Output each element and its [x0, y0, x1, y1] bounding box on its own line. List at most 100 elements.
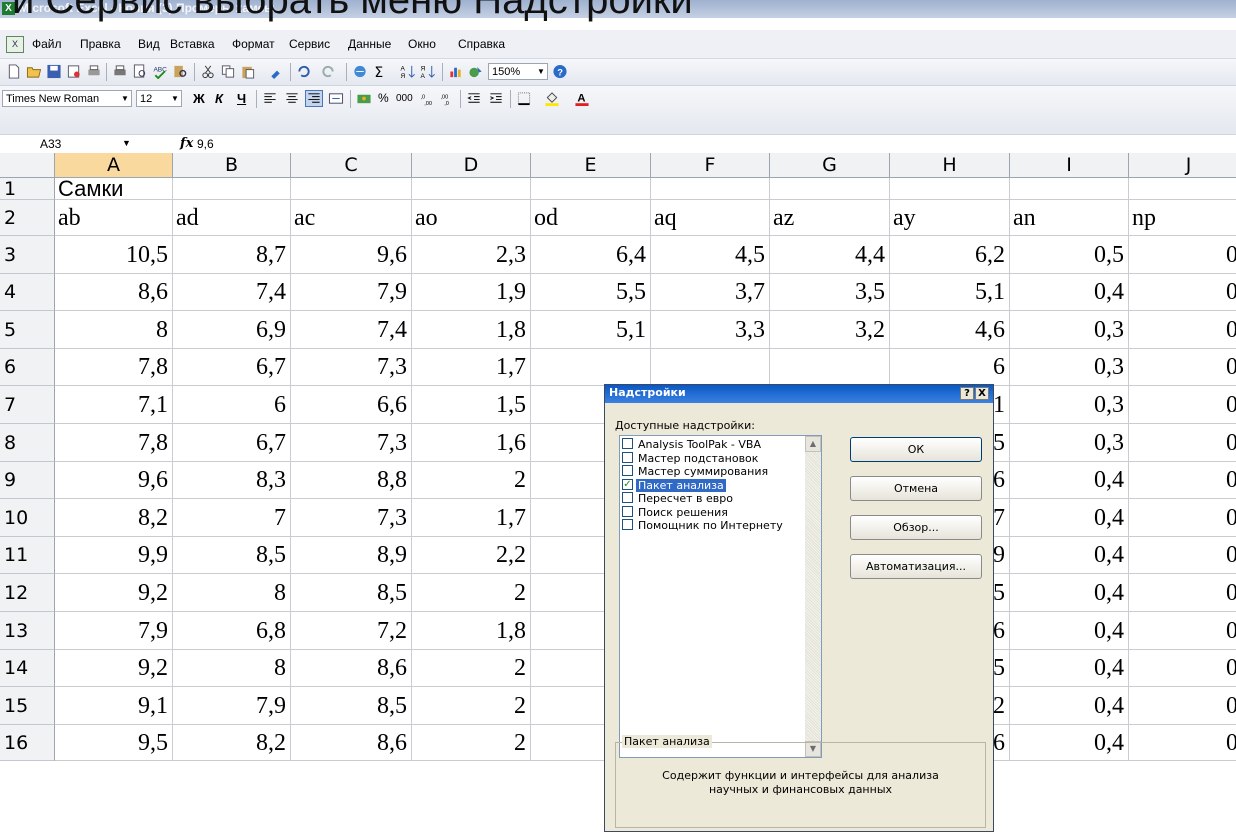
sort-descending-icon[interactable]: ЯА [420, 64, 436, 79]
chart-wizard-icon[interactable] [448, 64, 464, 79]
cell-c7[interactable]: 6,6 [291, 386, 412, 424]
cell-c2[interactable]: ac [291, 200, 412, 236]
cell-g5[interactable]: 3,2 [770, 311, 890, 349]
menu-format[interactable]: Формат [232, 37, 275, 51]
cell-i16[interactable]: 0,4 [1010, 725, 1129, 761]
cell-a7[interactable]: 7,1 [55, 386, 173, 424]
row-header-15[interactable]: 15 [0, 687, 55, 725]
cell-d11[interactable]: 2,2 [412, 537, 531, 574]
cell-b7[interactable]: 6 [173, 386, 291, 424]
align-left-icon[interactable] [262, 91, 278, 106]
row-header-13[interactable]: 13 [0, 612, 55, 650]
cell-f3[interactable]: 4,5 [651, 236, 770, 274]
font-color-icon[interactable]: A [574, 91, 590, 106]
merge-center-icon[interactable] [328, 91, 344, 106]
menu-window[interactable]: Окно [408, 37, 436, 51]
cell-c9[interactable]: 8,8 [291, 462, 412, 499]
cell-e3[interactable]: 6,4 [531, 236, 651, 274]
align-center-icon[interactable] [284, 91, 300, 106]
cell-i7[interactable]: 0,3 [1010, 386, 1129, 424]
cell-f4[interactable]: 3,7 [651, 274, 770, 311]
cell-h5[interactable]: 4,6 [890, 311, 1010, 349]
cell-j16[interactable]: 0, [1129, 725, 1236, 761]
fill-color-icon[interactable] [544, 91, 560, 106]
menu-tools[interactable]: Сервис [289, 37, 330, 51]
zoom-combo[interactable]: 150% ▼ [488, 63, 548, 80]
cell-i11[interactable]: 0,4 [1010, 537, 1129, 574]
checkbox[interactable] [622, 505, 633, 517]
cell-e2[interactable]: od [531, 200, 651, 236]
row-header-12[interactable]: 12 [0, 574, 55, 612]
cell-j7[interactable]: 0, [1129, 386, 1236, 424]
row-header-9[interactable]: 9 [0, 462, 55, 499]
borders-icon[interactable] [516, 91, 532, 106]
cell-b6[interactable]: 6,7 [173, 349, 291, 386]
cell-j13[interactable]: 0, [1129, 612, 1236, 650]
menu-edit[interactable]: Правка [80, 37, 121, 51]
cell-a4[interactable]: 8,6 [55, 274, 173, 311]
column-header-e[interactable]: E [531, 153, 651, 178]
drawing-icon[interactable] [468, 64, 484, 79]
cell-j9[interactable]: 0, [1129, 462, 1236, 499]
checkbox[interactable] [622, 438, 633, 449]
addin-item[interactable]: Мастер подстановок [622, 451, 760, 465]
chevron-down-icon[interactable]: ▼ [169, 91, 181, 106]
checkbox[interactable]: ✓ [622, 478, 633, 490]
row-header-4[interactable]: 4 [0, 274, 55, 311]
cell-d4[interactable]: 1,9 [412, 274, 531, 311]
cell-j14[interactable]: 0, [1129, 650, 1236, 687]
cell-h6[interactable]: 6 [890, 349, 1010, 386]
cell-g4[interactable]: 3,5 [770, 274, 890, 311]
browse-button[interactable]: Обзор... [850, 515, 982, 540]
cell-c6[interactable]: 7,3 [291, 349, 412, 386]
cell-h1[interactable] [890, 178, 1010, 200]
cell-i3[interactable]: 0,5 [1010, 236, 1129, 274]
font-name-combo[interactable]: Times New Roman ▼ [2, 90, 132, 107]
listbox-scrollbar[interactable]: ▲ ▼ [805, 436, 821, 757]
row-header-3[interactable]: 3 [0, 236, 55, 274]
cell-j2[interactable]: np [1129, 200, 1236, 236]
cell-i13[interactable]: 0,4 [1010, 612, 1129, 650]
addins-listbox[interactable]: ▲ ▼ Analysis ToolPak - VBA Мастер подстан… [619, 435, 822, 758]
sort-ascending-icon[interactable]: АЯ [400, 64, 416, 79]
addin-item[interactable]: Analysis ToolPak - VBA [622, 438, 763, 451]
hyperlink-icon[interactable] [352, 64, 368, 79]
undo-icon[interactable] [296, 64, 312, 79]
align-right-icon[interactable] [305, 90, 323, 107]
cell-f5[interactable]: 3,3 [651, 311, 770, 349]
cell-d8[interactable]: 1,6 [412, 424, 531, 462]
cell-a14[interactable]: 9,2 [55, 650, 173, 687]
cell-i10[interactable]: 0,4 [1010, 499, 1129, 537]
cell-i2[interactable]: an [1010, 200, 1129, 236]
cell-d15[interactable]: 2 [412, 687, 531, 725]
cell-b15[interactable]: 7,9 [173, 687, 291, 725]
cell-e5[interactable]: 5,1 [531, 311, 651, 349]
cell-a5[interactable]: 8 [55, 311, 173, 349]
cell-a3[interactable]: 10,5 [55, 236, 173, 274]
cell-a10[interactable]: 8,2 [55, 499, 173, 537]
row-header-6[interactable]: 6 [0, 349, 55, 386]
cell-e1[interactable] [531, 178, 651, 200]
cell-a11[interactable]: 9,9 [55, 537, 173, 574]
cell-j8[interactable]: 0, [1129, 424, 1236, 462]
cell-d14[interactable]: 2 [412, 650, 531, 687]
menu-insert[interactable]: Вставка [170, 37, 215, 51]
column-header-f[interactable]: F [651, 153, 770, 178]
cell-i12[interactable]: 0,4 [1010, 574, 1129, 612]
cell-j11[interactable]: 0, [1129, 537, 1236, 574]
cell-a15[interactable]: 9,1 [55, 687, 173, 725]
close-button[interactable]: X [975, 387, 989, 400]
cell-j1[interactable] [1129, 178, 1236, 200]
menu-view[interactable]: Вид [138, 37, 160, 51]
cell-b3[interactable]: 8,7 [173, 236, 291, 274]
cell-i14[interactable]: 0,4 [1010, 650, 1129, 687]
cell-h2[interactable]: ay [890, 200, 1010, 236]
cell-c12[interactable]: 8,5 [291, 574, 412, 612]
cell-j5[interactable]: 0, [1129, 311, 1236, 349]
cell-d2[interactable]: ao [412, 200, 531, 236]
menu-data[interactable]: Данные [348, 37, 391, 51]
save-icon[interactable] [46, 64, 62, 79]
cell-j6[interactable]: 0, [1129, 349, 1236, 386]
research-icon[interactable] [172, 64, 188, 79]
cell-b16[interactable]: 8,2 [173, 725, 291, 761]
